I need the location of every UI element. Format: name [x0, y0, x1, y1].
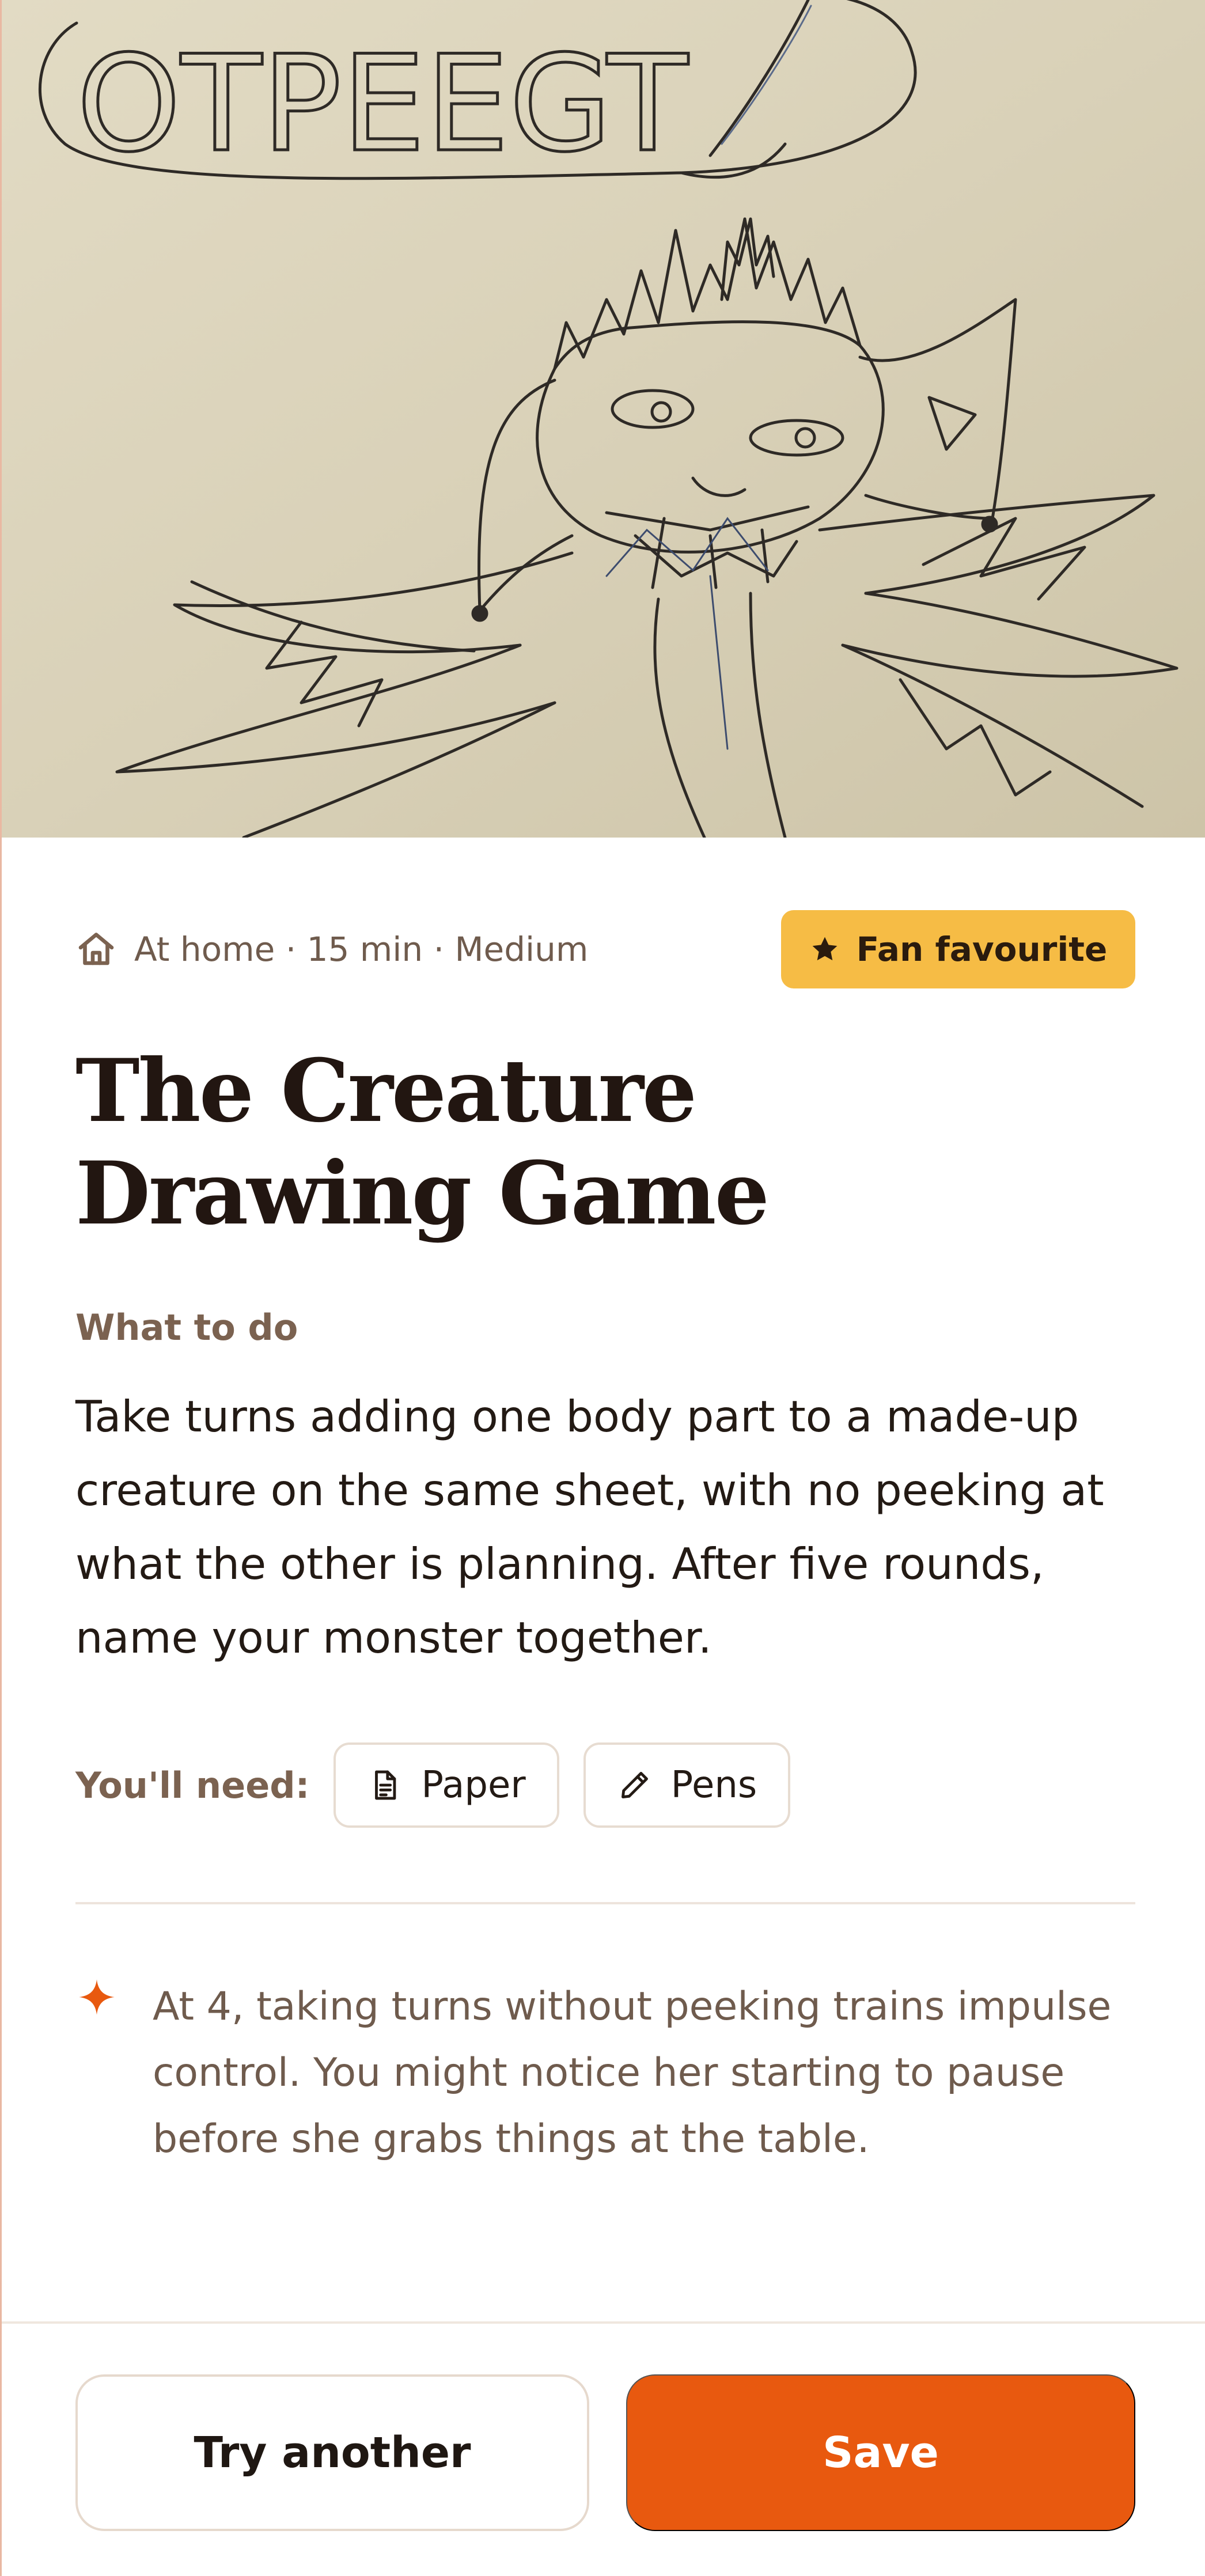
badge-label: Fan favourite [856, 930, 1108, 969]
try-another-button[interactable]: Try another [75, 2374, 589, 2531]
home-icon [75, 929, 117, 970]
needs-label: You'll need: [75, 1764, 310, 1806]
fan-favourite-badge: Fan favourite [781, 910, 1135, 988]
document-icon [368, 1768, 401, 1802]
title-line-2: Drawing Game [75, 1143, 770, 1244]
need-label: Pens [670, 1764, 757, 1806]
save-button[interactable]: Save [626, 2374, 1135, 2531]
activity-title: The Creature Drawing Game [75, 1040, 939, 1245]
drawing-caption: OTPEEGT [77, 28, 689, 181]
activity-description: Take turns adding one body part to a mad… [75, 1391, 1104, 1663]
need-chip-pens: Pens [583, 1742, 791, 1828]
hero-image: OTPEEGT [2, 0, 1205, 838]
divider [75, 1902, 1135, 1904]
pencil-icon [618, 1768, 651, 1802]
sparkle-icon [77, 1977, 117, 2017]
development-tip: At 4, taking turns without peeking train… [153, 1984, 1112, 2162]
need-chip-paper: Paper [334, 1742, 559, 1828]
need-label: Paper [421, 1764, 526, 1806]
needs-row: You'll need: Paper Pens [75, 1742, 791, 1828]
what-to-do-label: What to do [75, 1306, 298, 1348]
star-icon [809, 934, 840, 965]
title-line-1: The Creature [75, 1040, 697, 1142]
meta-text: At home · 15 min · Medium [134, 930, 589, 969]
activity-meta: At home · 15 min · Medium [75, 910, 588, 988]
action-bar: Try another Save [2, 2321, 1205, 2576]
creature-drawing: OTPEEGT [2, 0, 1205, 838]
